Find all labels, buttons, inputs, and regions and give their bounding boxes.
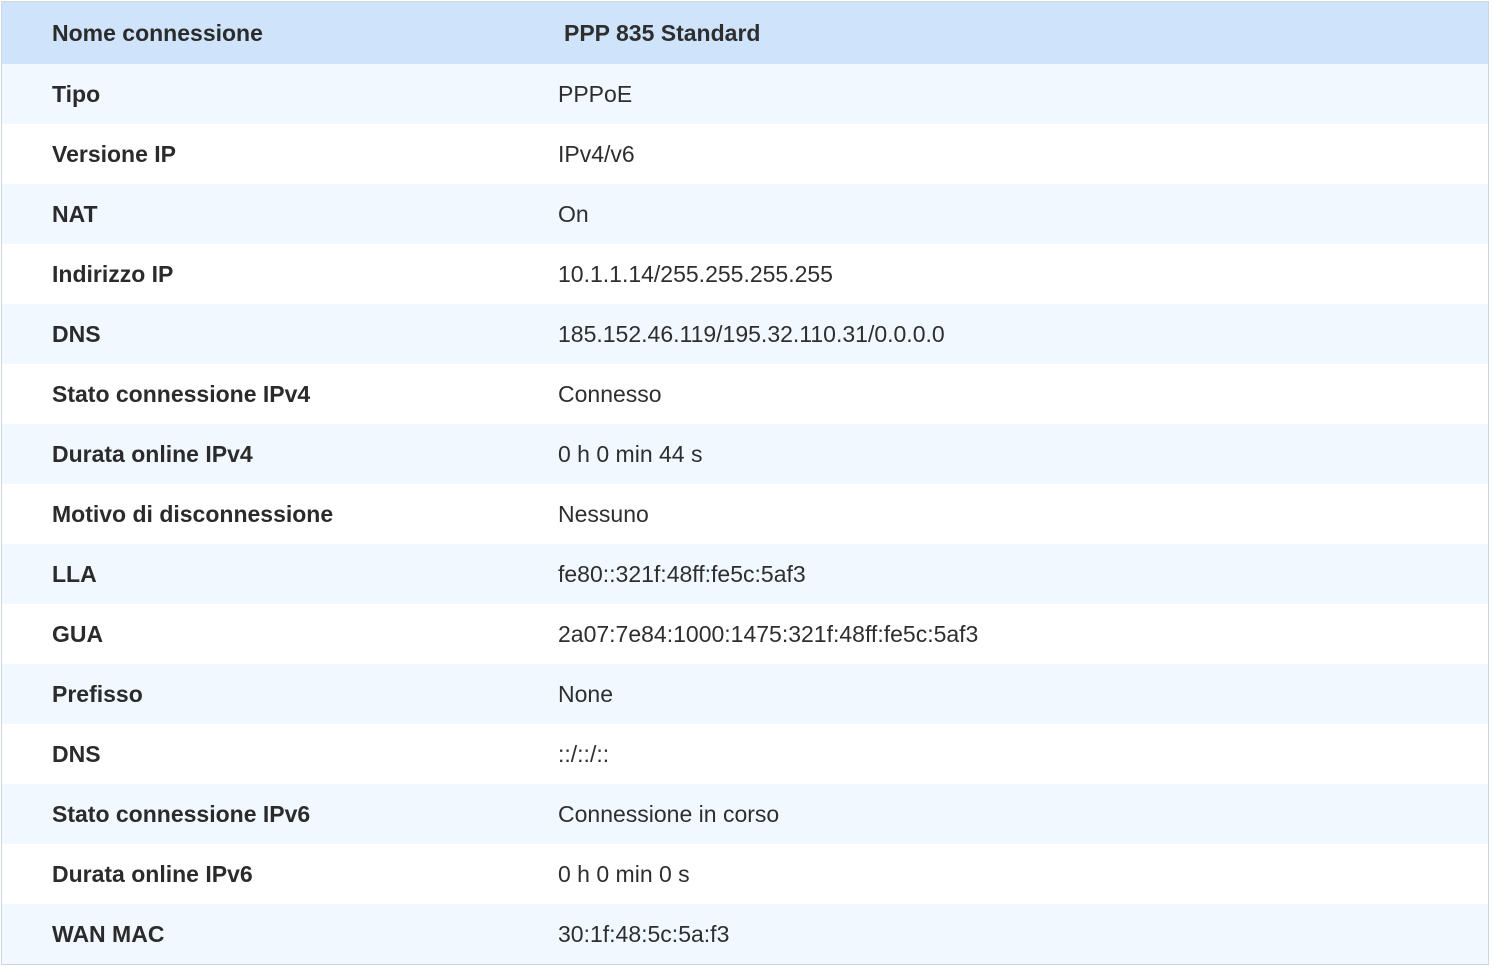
table-row: Versione IP IPv4/v6: [2, 124, 1488, 184]
row-label: Durata online IPv6: [52, 861, 253, 887]
row-label: DNS: [52, 321, 101, 347]
row-label: GUA: [52, 621, 104, 647]
connection-name-value: PPP 835 Standard: [564, 20, 761, 46]
connection-name-label: Nome connessione: [52, 20, 263, 46]
row-value: None: [558, 681, 613, 707]
row-label: LLA: [52, 561, 97, 587]
row-label: NAT: [52, 201, 98, 227]
row-label: DNS: [52, 741, 101, 767]
table-row: Prefisso None: [2, 664, 1488, 724]
row-label: Prefisso: [52, 681, 143, 707]
table-row: WAN MAC 30:1f:48:5c:5a:f3: [2, 904, 1488, 964]
row-value: 0 h 0 min 0 s: [558, 861, 690, 887]
table-row: Indirizzo IP 10.1.1.14/255.255.255.255: [2, 244, 1488, 304]
row-label: Indirizzo IP: [52, 261, 174, 287]
row-value: 30:1f:48:5c:5a:f3: [558, 921, 730, 947]
row-label: Tipo: [52, 81, 101, 107]
connection-info-panel: Nome connessione PPP 835 Standard Tipo P…: [1, 1, 1489, 965]
row-value: 0 h 0 min 44 s: [558, 441, 703, 467]
table-row: DNS 185.152.46.119/195.32.110.31/0.0.0.0: [2, 304, 1488, 364]
table-row: Durata online IPv6 0 h 0 min 0 s: [2, 844, 1488, 904]
row-label: Stato connessione IPv6: [52, 801, 311, 827]
row-label: Versione IP: [52, 141, 177, 167]
row-value: ::/::/::: [558, 741, 610, 767]
table-row: NAT On: [2, 184, 1488, 244]
table-row: Stato connessione IPv6 Connessione in co…: [2, 784, 1488, 844]
row-value: 185.152.46.119/195.32.110.31/0.0.0.0: [558, 321, 945, 347]
row-label: Motivo di disconnessione: [52, 501, 334, 527]
row-value: PPPoE: [558, 81, 633, 107]
connection-info-table: Nome connessione PPP 835 Standard Tipo P…: [2, 2, 1488, 964]
row-label: Durata online IPv4: [52, 441, 253, 467]
row-value: Connesso: [558, 381, 662, 407]
table-row: DNS ::/::/::: [2, 724, 1488, 784]
row-value: Connessione in corso: [558, 801, 780, 827]
table-row: Stato connessione IPv4 Connesso: [2, 364, 1488, 424]
table-row: Motivo di disconnessione Nessuno: [2, 484, 1488, 544]
row-label: WAN MAC: [52, 921, 165, 947]
row-value: 10.1.1.14/255.255.255.255: [558, 261, 833, 287]
row-value: IPv4/v6: [558, 141, 635, 167]
table-row: Durata online IPv4 0 h 0 min 44 s: [2, 424, 1488, 484]
table-row: LLA fe80::321f:48ff:fe5c:5af3: [2, 544, 1488, 604]
row-label: Stato connessione IPv4: [52, 381, 311, 407]
table-header-row: Nome connessione PPP 835 Standard: [2, 2, 1488, 64]
row-value: fe80::321f:48ff:fe5c:5af3: [558, 561, 806, 587]
row-value: On: [558, 201, 589, 227]
row-value: Nessuno: [558, 501, 649, 527]
table-row: GUA 2a07:7e84:1000:1475:321f:48ff:fe5c:5…: [2, 604, 1488, 664]
row-value: 2a07:7e84:1000:1475:321f:48ff:fe5c:5af3: [558, 621, 979, 647]
table-row: Tipo PPPoE: [2, 64, 1488, 124]
